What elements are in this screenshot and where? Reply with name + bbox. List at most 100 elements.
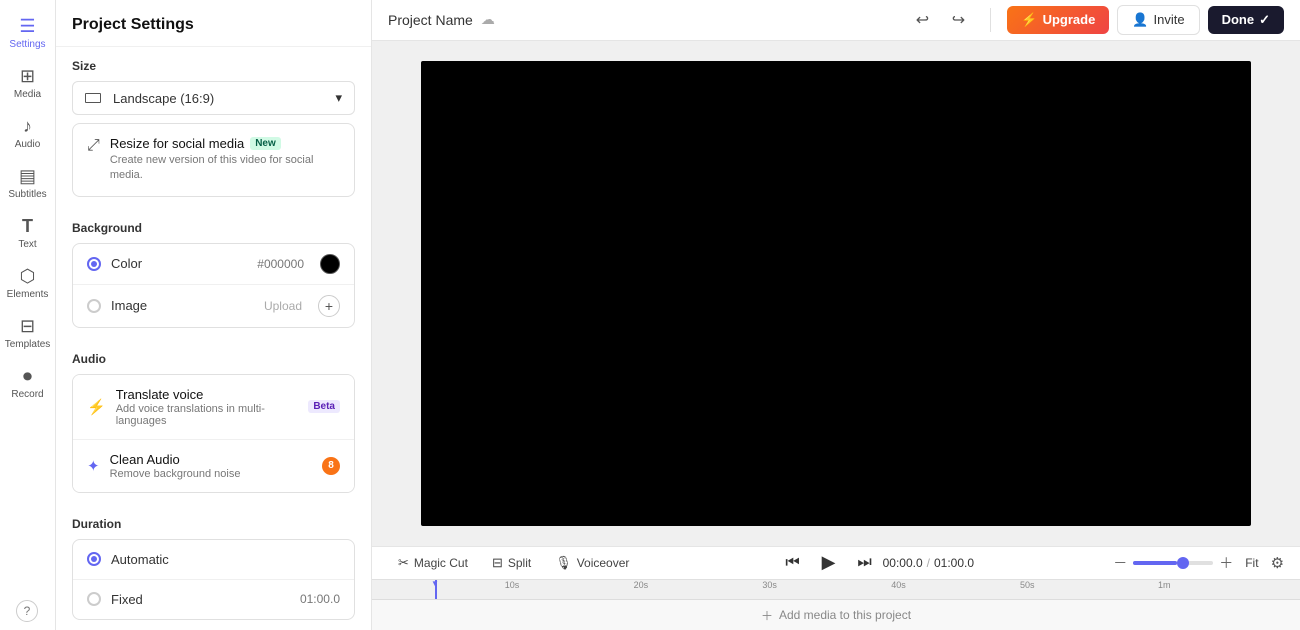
resize-card[interactable]: ⤢ Resize for social media New Create new… xyxy=(72,123,355,197)
scissors-icon: ✂ xyxy=(398,555,409,571)
undo-redo-group: ↩ ↪ xyxy=(906,4,974,36)
settings-panel: Project Settings Size Landscape (16:9) ▾… xyxy=(56,0,372,630)
size-section: Size Landscape (16:9) ▾ ⤢ Resize for soc… xyxy=(56,47,371,209)
redo-button[interactable]: ↪ xyxy=(942,4,974,36)
timeline-settings-icon[interactable]: ⚙ xyxy=(1271,554,1284,572)
chevron-down-icon: ▾ xyxy=(335,90,342,106)
split-label: Split xyxy=(508,556,531,570)
clean-audio-card[interactable]: ✦ Clean Audio Remove background noise 8 xyxy=(73,440,354,492)
size-dropdown[interactable]: Landscape (16:9) ▾ xyxy=(72,81,355,115)
plus-icon: ＋ xyxy=(761,607,773,624)
translate-voice-desc: Add voice translations in multi-language… xyxy=(116,403,299,427)
add-media-button[interactable]: ＋ Add media to this project xyxy=(761,607,911,624)
check-icon: ✓ xyxy=(1259,12,1270,28)
play-button[interactable]: ▶ xyxy=(815,549,843,577)
settings-title: Project Settings xyxy=(56,0,371,47)
mic-icon: 🎙 xyxy=(555,555,572,571)
elements-icon: ⬡ xyxy=(20,266,36,287)
skip-back-button[interactable]: ⏮ xyxy=(779,549,807,577)
sidebar-media-label: Media xyxy=(14,89,41,100)
zoom-thumb[interactable] xyxy=(1177,557,1189,569)
magic-cut-button[interactable]: ✂ Magic Cut xyxy=(388,550,478,576)
fixed-label: Fixed xyxy=(111,592,290,607)
audio-settings-section: Audio ⚡ Translate voice Add voice transl… xyxy=(56,340,371,505)
record-icon: ⏺ xyxy=(23,366,32,387)
help-button[interactable]: ? xyxy=(16,600,38,622)
ruler-1m: 1m xyxy=(1158,580,1171,590)
zoom-controls: － ＋ xyxy=(1113,553,1233,573)
color-label: Color xyxy=(111,256,247,271)
time-display: 00:00.0 / 01:00.0 xyxy=(883,556,974,570)
sidebar-item-settings[interactable]: ☰ Settings xyxy=(0,8,55,58)
upload-text: Upload xyxy=(264,299,302,313)
upload-button[interactable]: + xyxy=(318,295,340,317)
automatic-radio[interactable] xyxy=(87,552,101,566)
color-swatch[interactable] xyxy=(320,254,340,274)
translate-icon: ⚡ xyxy=(87,398,106,416)
landscape-shape xyxy=(85,93,101,103)
icon-sidebar: ☰ Settings ⊞ Media ♪ Audio ▤ Subtitles T… xyxy=(0,0,56,630)
sidebar-item-templates[interactable]: ⊟ Templates xyxy=(0,308,55,358)
timeline-playhead[interactable] xyxy=(435,580,437,599)
sidebar-templates-label: Templates xyxy=(5,339,51,350)
zoom-track-fill xyxy=(1133,561,1177,565)
zoom-in-icon[interactable]: ＋ xyxy=(1219,553,1233,573)
magic-cut-label: Magic Cut xyxy=(414,556,468,570)
lightning-icon: ⚡ xyxy=(1021,12,1037,28)
fixed-option[interactable]: Fixed 01:00.0 xyxy=(73,580,354,619)
sidebar-item-audio[interactable]: ♪ Audio xyxy=(0,108,55,158)
translate-voice-title: Translate voice xyxy=(116,387,299,402)
upgrade-button[interactable]: ⚡ Upgrade xyxy=(1007,6,1109,34)
duration-section-title: Duration xyxy=(72,517,355,531)
audio-icon: ♪ xyxy=(23,116,32,137)
invite-button[interactable]: 👤 Invite xyxy=(1117,5,1199,35)
top-bar: Project Name ☁ ↩ ↪ ⚡ Upgrade 👤 Invite Do… xyxy=(372,0,1300,41)
settings-icon: ☰ xyxy=(19,16,35,37)
project-name: Project Name xyxy=(388,12,473,28)
image-radio[interactable] xyxy=(87,299,101,313)
sidebar-elements-label: Elements xyxy=(7,289,49,300)
background-section-title: Background xyxy=(72,221,355,235)
timeline-content: ＋ Add media to this project xyxy=(372,600,1300,630)
sidebar-record-label: Record xyxy=(11,389,43,400)
subtitles-icon: ▤ xyxy=(19,166,36,187)
ruler-30s: 30s xyxy=(762,580,777,590)
video-container xyxy=(421,61,1251,526)
content-area: Project Name ☁ ↩ ↪ ⚡ Upgrade 👤 Invite Do… xyxy=(372,0,1300,630)
timeline: 10s 20s 30s 40s 50s 1m ＋ Add media to th… xyxy=(372,579,1300,630)
resize-desc: Create new version of this video for soc… xyxy=(110,153,340,184)
split-button[interactable]: ⊟ Split xyxy=(482,550,541,576)
voiceover-button[interactable]: 🎙 Voiceover xyxy=(545,550,639,576)
translate-badge: Beta xyxy=(308,400,340,413)
clean-audio-badge: 8 xyxy=(322,457,340,475)
color-radio[interactable] xyxy=(87,257,101,271)
undo-button[interactable]: ↩ xyxy=(906,4,938,36)
split-icon: ⊟ xyxy=(492,555,503,571)
zoom-slider[interactable] xyxy=(1133,561,1213,565)
sidebar-item-elements[interactable]: ⬡ Elements xyxy=(0,258,55,308)
skip-forward-button[interactable]: ⏭ xyxy=(851,549,879,577)
translate-voice-card[interactable]: ⚡ Translate voice Add voice translations… xyxy=(73,375,354,440)
sidebar-item-record[interactable]: ⏺ Record xyxy=(0,358,55,408)
color-option[interactable]: Color #000000 xyxy=(73,244,354,285)
fit-button[interactable]: Fit xyxy=(1237,552,1266,574)
color-hex-value: #000000 xyxy=(257,257,304,271)
sidebar-text-label: Text xyxy=(18,239,36,250)
audio-section-title: Audio xyxy=(72,352,355,366)
ruler-20s: 20s xyxy=(634,580,649,590)
automatic-label: Automatic xyxy=(111,552,340,567)
duration-section: Duration Automatic Fixed 01:00.0 xyxy=(56,505,371,630)
templates-icon: ⊟ xyxy=(20,316,35,337)
sidebar-item-text[interactable]: T Text xyxy=(0,208,55,258)
cloud-icon: ☁ xyxy=(481,11,495,28)
image-option[interactable]: Image Upload + xyxy=(73,285,354,327)
resize-title: Resize for social media xyxy=(110,136,244,151)
automatic-option[interactable]: Automatic xyxy=(73,540,354,580)
sidebar-item-subtitles[interactable]: ▤ Subtitles xyxy=(0,158,55,208)
fixed-radio[interactable] xyxy=(87,592,101,606)
ruler-50s: 50s xyxy=(1020,580,1035,590)
person-icon: 👤 xyxy=(1132,12,1148,28)
done-button[interactable]: Done ✓ xyxy=(1208,6,1284,34)
zoom-out-icon[interactable]: － xyxy=(1113,553,1127,573)
sidebar-item-media[interactable]: ⊞ Media xyxy=(0,58,55,108)
